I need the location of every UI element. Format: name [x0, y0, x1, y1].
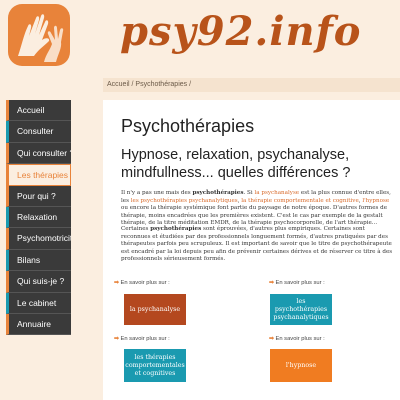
text-run: . Si: [243, 190, 255, 196]
text-run: Il n'y a pas une mais des: [121, 190, 193, 196]
inline-link[interactable]: l'hypnose: [362, 198, 389, 204]
more-label-text: En savoir plus sur :: [120, 280, 170, 286]
text-run: Certaines: [121, 226, 151, 232]
site-header: psy92.info: [0, 0, 400, 70]
inline-link[interactable]: les psychothérapies psychanalytiques: [131, 198, 238, 204]
arrow-right-icon: ➡: [114, 336, 119, 342]
main-content: Psychothérapies Hypnose, relaxation, psy…: [103, 100, 400, 400]
sidebar-item-pour-qui[interactable]: Pour qui ?: [6, 185, 71, 207]
breadcrumb[interactable]: Accueil / Psychothérapies /: [103, 78, 400, 92]
arrow-right-icon: ➡: [269, 280, 274, 286]
sidebar-item-bilans[interactable]: Bilans: [6, 249, 71, 272]
sidebar-nav: Accueil Consulter Qui consulter ? Les théra…: [6, 100, 71, 336]
arrow-right-icon: ➡: [269, 336, 274, 342]
sidebar-item-consulter[interactable]: Consulter: [6, 121, 71, 143]
sidebar-item-accueil[interactable]: Accueil: [6, 100, 71, 122]
inline-link[interactable]: la psychanalyse: [254, 190, 299, 196]
more-label-text: En savoir plus sur :: [120, 336, 170, 342]
sidebar-item-psychomotricité[interactable]: Psychomotricité: [6, 228, 71, 250]
second-paragraph: Certaines psychothérapies sont éprouvées…: [121, 226, 396, 264]
more-label-text: En savoir plus sur :: [275, 336, 325, 342]
sidebar-item-les-thérapies[interactable]: Les thérapies: [6, 164, 71, 186]
sidebar-item-qui-consulter[interactable]: Qui consulter ?: [6, 142, 71, 165]
sidebar-item-le-cabinet[interactable]: Le cabinet: [6, 292, 71, 314]
text-run: ou encore la thérapie systémique font pa…: [121, 205, 388, 227]
more-label: ➡ En savoir plus sur :: [114, 336, 170, 342]
page-title: Psychothérapies: [121, 116, 255, 136]
sidebar-item-relaxation[interactable]: Relaxation: [6, 206, 71, 229]
card-hypnose-button[interactable]: l'hypnose: [270, 349, 332, 382]
card-psychotherapies-button[interactable]: les psychothérapies psychanalytiques: [270, 294, 332, 325]
more-label: ➡ En savoir plus sur :: [269, 336, 325, 342]
hands-logo-icon[interactable]: [8, 4, 70, 66]
sidebar-item-annuaire[interactable]: Annuaire: [6, 313, 71, 336]
sidebar-item-qui-suis-je[interactable]: Qui suis-je ?: [6, 271, 71, 293]
text-run: psychothérapies: [192, 190, 244, 196]
intro-paragraph: Il n'y a pas une mais des psychothérapie…: [121, 190, 396, 228]
more-label: ➡ En savoir plus sur :: [114, 280, 170, 286]
site-title[interactable]: psy92.info: [120, 8, 361, 55]
text-run: psychothérapies: [150, 226, 202, 232]
page-subtitle: Hypnose, relaxation, psychanalyse, mindf…: [121, 147, 351, 181]
more-label: ➡ En savoir plus sur :: [269, 280, 325, 286]
more-label-text: En savoir plus sur :: [275, 280, 325, 286]
card-psychanalyse-button[interactable]: la psychanalyse: [124, 294, 186, 325]
card-tcc-button[interactable]: les thérapies comportementales et cognit…: [124, 349, 186, 382]
arrow-right-icon: ➡: [114, 280, 119, 286]
inline-link[interactable]: la thérapie comportementale et cognitive: [241, 198, 359, 204]
